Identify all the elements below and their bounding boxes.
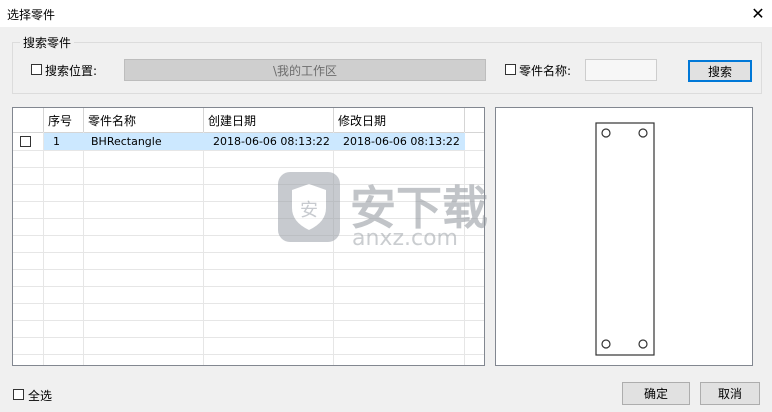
grid-line [13, 320, 484, 321]
window-title: 选择零件 [7, 8, 56, 22]
ok-button[interactable]: 确定 [622, 382, 690, 405]
table-header: 序号 零件名称 创建日期 修改日期 [13, 108, 484, 133]
part-name-input[interactable] [585, 59, 657, 81]
row-part-name: BHRectangle [91, 135, 162, 148]
header-part-name[interactable]: 零件名称 [84, 108, 204, 132]
watermark-text-en: anxz.com [352, 226, 458, 251]
title-bar: 选择零件 ✕ [0, 0, 772, 27]
search-location-field[interactable]: \我的工作区 [124, 59, 486, 81]
watermark-logo: 安 安下载 anxz.com [276, 150, 496, 251]
part-drawing [595, 122, 655, 356]
header-created-date[interactable]: 创建日期 [204, 108, 334, 132]
row-checkbox[interactable] [20, 136, 31, 147]
part-preview [495, 107, 753, 366]
cancel-button[interactable]: 取消 [700, 382, 760, 405]
row-modified-date: 2018-06-06 08:13:22 [343, 135, 460, 148]
grid-line [13, 286, 484, 287]
grid-line [13, 337, 484, 338]
close-icon[interactable]: ✕ [744, 0, 772, 27]
part-name-checkbox[interactable] [505, 64, 516, 75]
select-all-label: 全选 [28, 389, 53, 403]
grid-line [13, 303, 484, 304]
row-created-date: 2018-06-06 08:13:22 [213, 135, 330, 148]
search-button[interactable]: 搜索 [688, 60, 752, 82]
grid-line [13, 252, 484, 253]
header-modified-date[interactable]: 修改日期 [334, 108, 465, 132]
grid-line [13, 354, 484, 355]
header-checkbox-cell [13, 108, 44, 132]
header-index[interactable]: 序号 [44, 108, 84, 132]
row-index: 1 [53, 135, 60, 148]
search-location-label: 搜索位置: [45, 64, 98, 78]
select-all-checkbox[interactable] [13, 389, 24, 400]
svg-text:安: 安 [300, 200, 318, 221]
grid-line [13, 269, 484, 270]
search-location-checkbox[interactable] [31, 64, 42, 75]
search-group-label: 搜索零件 [20, 34, 75, 51]
part-name-label: 零件名称: [519, 64, 572, 78]
